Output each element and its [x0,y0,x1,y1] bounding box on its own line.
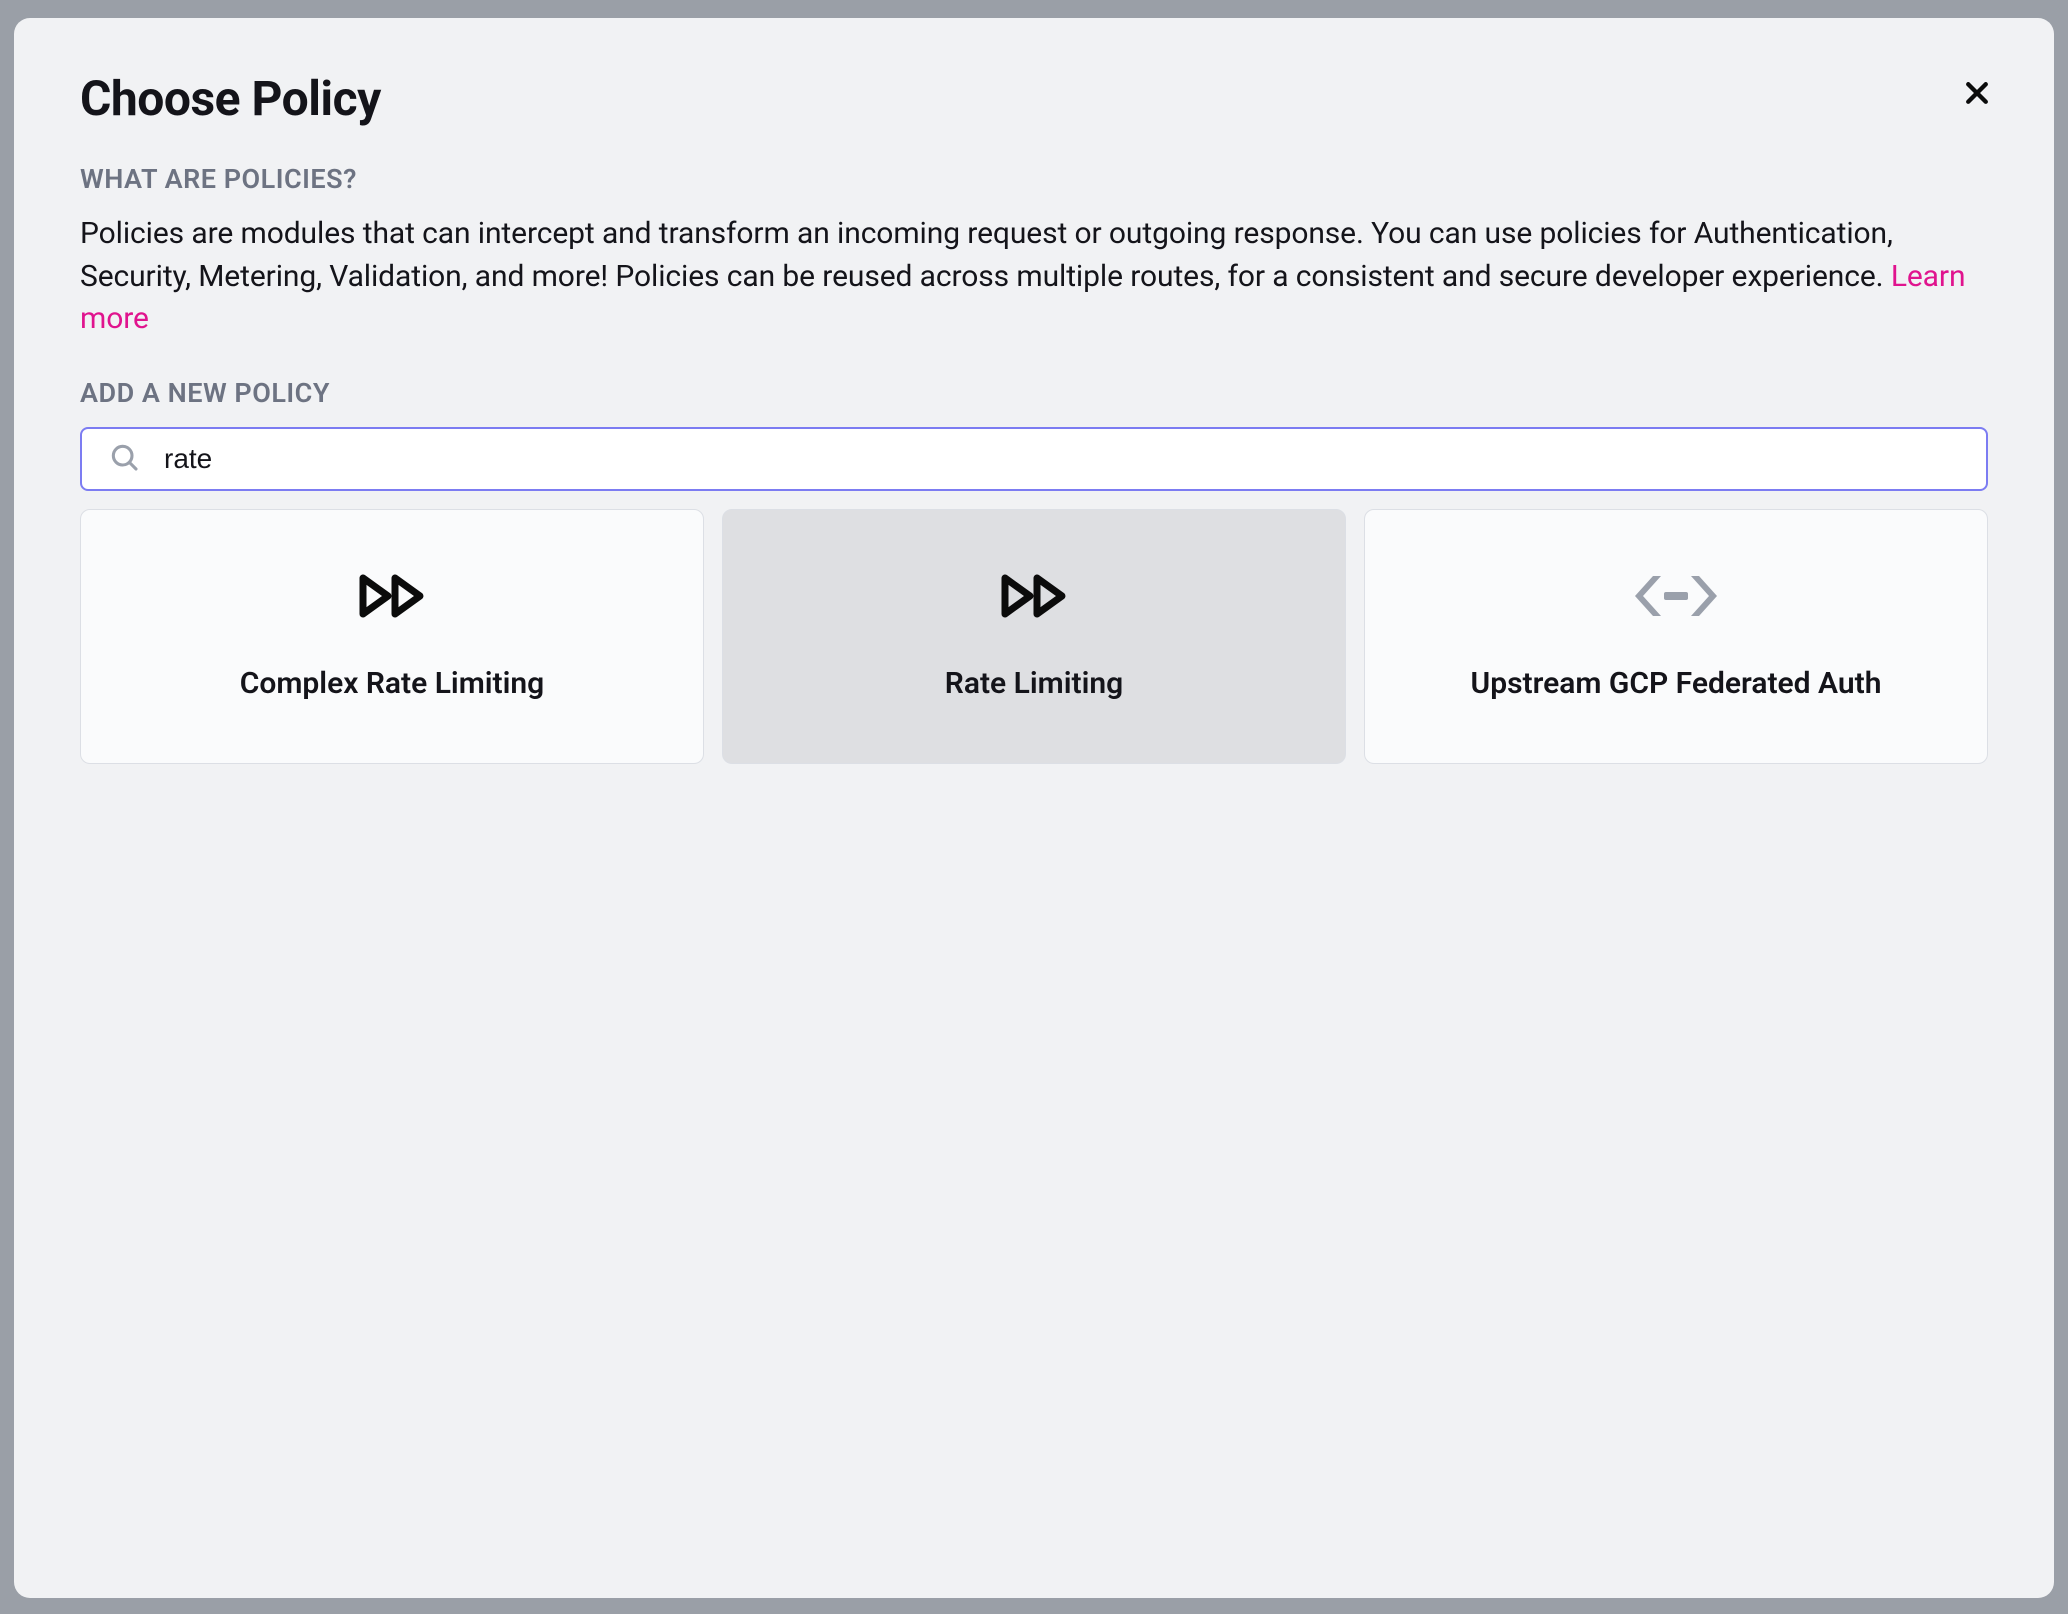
policy-card-upstream-gcp-federated-auth[interactable]: Upstream GCP Federated Auth [1364,509,1988,764]
policy-card-rate-limiting[interactable]: Rate Limiting [722,509,1346,764]
policy-search-input[interactable] [80,427,1988,491]
fast-forward-icon [997,572,1071,624]
choose-policy-modal: Choose Policy WHAT ARE POLICIES? Policie… [14,18,2054,1598]
policies-description: Policies are modules that can intercept … [80,213,1988,341]
description-text: Policies are modules that can intercept … [80,216,1893,294]
modal-title: Choose Policy [80,70,1988,127]
search-wrap [80,427,1988,491]
policy-card-label: Upstream GCP Federated Auth [1451,666,1902,701]
what-are-policies-label: WHAT ARE POLICIES? [80,163,1988,195]
close-icon [1962,78,1992,108]
policy-card-label: Complex Rate Limiting [220,666,565,701]
fast-forward-icon [355,572,429,624]
policy-cards: Complex Rate Limiting Rate Limiting Upst… [80,509,1988,764]
policy-card-complex-rate-limiting[interactable]: Complex Rate Limiting [80,509,704,764]
policy-card-label: Rate Limiting [925,666,1143,701]
close-button[interactable] [1962,78,1992,112]
add-new-policy-label: ADD A NEW POLICY [80,377,1988,409]
brackets-icon [1631,572,1721,624]
